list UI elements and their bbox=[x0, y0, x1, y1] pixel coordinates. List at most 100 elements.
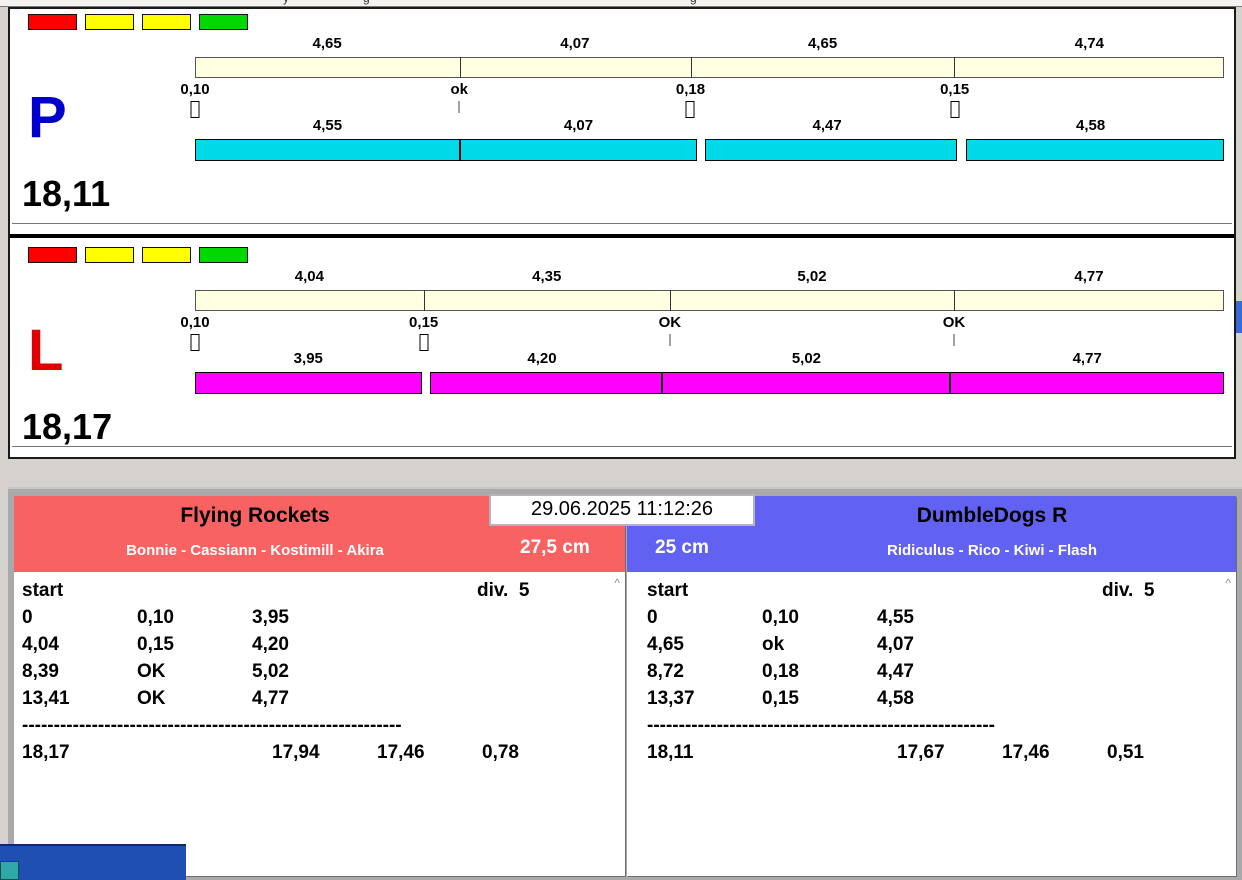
split-time: 5,02 bbox=[797, 268, 826, 285]
pass-ok-tick bbox=[459, 101, 460, 113]
split-cell: 13,37 bbox=[647, 688, 695, 710]
split-cell: 8,39 bbox=[22, 661, 59, 683]
lane-total-time: 18,11 bbox=[22, 173, 110, 215]
pass-label: 0,15 bbox=[940, 81, 969, 98]
split-row: 8,39 OK 5,02 bbox=[22, 661, 625, 688]
pass-labels-row: 0,10ok0,180,15 bbox=[195, 81, 1224, 99]
dog-times-row: 3,954,205,024,77 bbox=[195, 350, 1224, 368]
split-cell: 8,72 bbox=[647, 661, 684, 683]
split-time: 4,04 bbox=[295, 268, 324, 285]
split-cell: 0,18 bbox=[762, 661, 799, 683]
clipped-text-fragment: g bbox=[690, 0, 697, 5]
split-row: 13,370,154,58 bbox=[647, 688, 1236, 715]
header-row: start div. 5 bbox=[22, 580, 625, 607]
clipped-corner-icon bbox=[0, 861, 19, 880]
dog-time: 4,55 bbox=[313, 117, 342, 134]
dog-time: 5,02 bbox=[792, 350, 821, 367]
bar-divider bbox=[460, 57, 461, 78]
dog-time-bar bbox=[705, 139, 957, 161]
split-cell: 5,02 bbox=[252, 661, 289, 683]
total-cell: 17,67 bbox=[897, 742, 945, 764]
pass-label: ok bbox=[450, 81, 468, 98]
split-row: 00,104,55 bbox=[647, 607, 1236, 634]
pass-label: OK bbox=[659, 314, 682, 331]
dog-time-bar bbox=[966, 139, 1224, 161]
split-time: 4,74 bbox=[1075, 35, 1104, 52]
split-cell: ok bbox=[762, 634, 784, 656]
total-cell: 17,46 bbox=[377, 742, 425, 764]
split-time: 4,65 bbox=[808, 35, 837, 52]
lane-p-bar-area: 4,654,074,654,740,10ok0,180,154,554,074,… bbox=[195, 9, 1224, 234]
jump-height: 25 cm bbox=[655, 537, 709, 559]
pass-label: 0,15 bbox=[409, 314, 438, 331]
pass-label: 0,10 bbox=[180, 314, 209, 331]
pass-ok-tick bbox=[669, 334, 670, 346]
status-light bbox=[28, 14, 77, 30]
lane-total-time: 18,17 bbox=[22, 406, 112, 448]
split-cell: 0,10 bbox=[137, 607, 174, 629]
split-cell: 0,10 bbox=[762, 607, 799, 629]
status-light bbox=[85, 14, 134, 30]
header-row: start div. 5 bbox=[647, 580, 1236, 607]
bar-divider bbox=[954, 57, 955, 78]
pass-fault-tick bbox=[950, 101, 959, 118]
pass-fault-tick bbox=[419, 334, 428, 351]
lane-letter: P bbox=[28, 89, 67, 147]
dog-times-bar bbox=[195, 372, 1224, 394]
total-split-bar bbox=[195, 290, 1224, 311]
split-cell: OK bbox=[137, 661, 166, 683]
dog-time: 4,20 bbox=[527, 350, 556, 367]
pass-fault-tick bbox=[191, 101, 200, 118]
pass-fault-tick bbox=[191, 334, 200, 351]
total-cell: 18,17 bbox=[22, 742, 70, 764]
lane-l-bar-area: 4,044,355,024,770,100,15OKOK3,954,205,02… bbox=[195, 242, 1224, 457]
split-cell: OK bbox=[137, 688, 166, 710]
split-row: 8,72 0,18 4,47 bbox=[647, 661, 1236, 688]
dog-times-bar bbox=[195, 139, 1224, 161]
separator-line: ----------------------------------------… bbox=[647, 715, 995, 737]
dog-time-bar bbox=[662, 372, 950, 394]
total-cell: 0,78 bbox=[482, 742, 519, 764]
split-row: 13,41OK4,77 bbox=[22, 688, 625, 715]
jump-height: 27,5 cm bbox=[520, 537, 590, 559]
results-area: Flying Rockets Bonnie - Cassiann - Kosti… bbox=[8, 487, 1242, 880]
lane-p: 4,654,074,654,740,10ok0,180,154,554,074,… bbox=[10, 9, 1234, 238]
split-cell: 4,58 bbox=[877, 688, 914, 710]
lane-letter: L bbox=[28, 322, 63, 380]
split-cell: 4,04 bbox=[22, 634, 59, 656]
pass-label: 0,10 bbox=[180, 81, 209, 98]
bar-divider bbox=[670, 290, 671, 311]
separator-row: ----------------------------------------… bbox=[22, 715, 625, 742]
pass-fault-tick bbox=[686, 101, 695, 118]
separator-line: ----------------------------------------… bbox=[22, 715, 402, 737]
split-cell: 4,47 bbox=[877, 661, 914, 683]
split-row: 00,103,95 bbox=[22, 607, 625, 634]
pass-labels-row: 0,100,15OKOK bbox=[195, 314, 1224, 332]
lane-divider-line bbox=[12, 446, 1232, 447]
dog-time-bar bbox=[950, 372, 1224, 394]
pass-ok-tick bbox=[954, 334, 955, 346]
clipped-text-fragment: y bbox=[283, 0, 289, 5]
split-time: 4,35 bbox=[532, 268, 561, 285]
split-cell: 4,07 bbox=[877, 634, 914, 656]
team-panel-left: Flying Rockets Bonnie - Cassiann - Kosti… bbox=[14, 496, 625, 876]
split-time: 4,07 bbox=[560, 35, 589, 52]
team-dogs: Ridiculus - Rico - Kiwi - Flash bbox=[752, 542, 1232, 559]
team-dogs: Bonnie - Cassiann - Kostimill - Akira bbox=[14, 542, 496, 559]
bar-divider bbox=[954, 290, 955, 311]
dog-time: 4,77 bbox=[1073, 350, 1102, 367]
split-row: 4,65ok4,07 bbox=[647, 634, 1236, 661]
clipped-background-window: y g g bbox=[0, 0, 1242, 7]
lane-l: 4,044,355,024,770,100,15OKOK3,954,205,02… bbox=[10, 242, 1234, 457]
split-cell: 4,20 bbox=[252, 634, 289, 656]
team-name: Flying Rockets bbox=[14, 501, 496, 531]
total-split-bar bbox=[195, 57, 1224, 78]
start-label: start bbox=[647, 580, 688, 602]
split-cell: 4,77 bbox=[252, 688, 289, 710]
team-results: ^ start div. 5 00,104,554,65ok4,078,720,… bbox=[627, 572, 1236, 876]
division-label: div. 5 bbox=[477, 580, 529, 602]
status-light bbox=[142, 247, 191, 263]
split-cell: 0,15 bbox=[137, 634, 174, 656]
dog-time-bar bbox=[460, 139, 697, 161]
clipped-taskbar-window bbox=[0, 844, 186, 880]
